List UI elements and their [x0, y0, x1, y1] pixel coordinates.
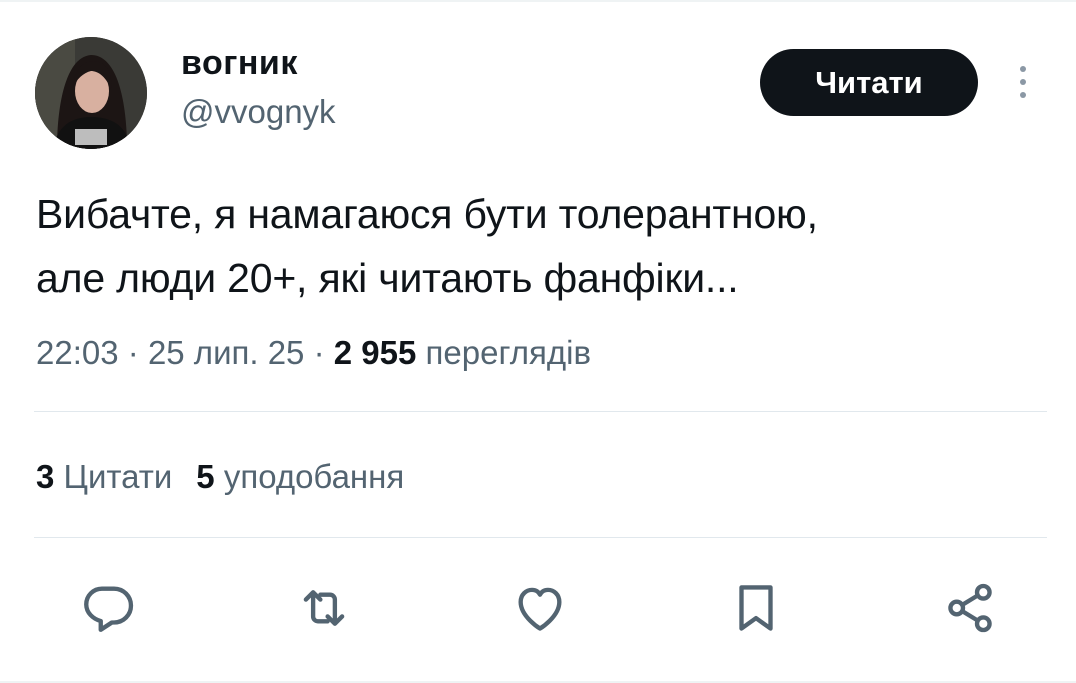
- avatar-photo: [35, 37, 147, 149]
- reply-button[interactable]: [78, 578, 138, 638]
- like-button[interactable]: [510, 578, 570, 638]
- reply-icon: [84, 586, 134, 632]
- divider: [34, 537, 1047, 538]
- retweet-icon: [303, 590, 345, 626]
- likes-label: уподобання: [223, 458, 405, 495]
- tweet-text: Вибачте, я намагаюся бути толерантною, а…: [36, 182, 1036, 310]
- bookmark-icon: [739, 585, 773, 631]
- avatar[interactable]: [35, 37, 147, 149]
- views-label: переглядів: [425, 334, 592, 371]
- bookmark-button[interactable]: [726, 578, 786, 638]
- tweet-meta: 22:03 · 25 лип. 25 · 2 955 переглядів: [36, 333, 591, 373]
- user-handle[interactable]: @vvognyk: [181, 93, 336, 131]
- tweet-time[interactable]: 22:03: [36, 334, 119, 371]
- engagement-stats: 3 Цитати 5 уподобання: [36, 457, 404, 497]
- follow-button[interactable]: Читати: [760, 49, 978, 116]
- more-vertical-icon[interactable]: [1010, 62, 1036, 102]
- quotes-count: 3: [36, 458, 55, 495]
- meta-separator: ·: [313, 334, 325, 371]
- likes-count: 5: [196, 458, 215, 495]
- quotes-stat[interactable]: 3 Цитати: [36, 458, 172, 495]
- divider: [34, 411, 1047, 412]
- meta-separator: ·: [127, 334, 139, 371]
- tweet-detail: вогник @vvognyk Читати Вибачте, я намага…: [0, 0, 1076, 683]
- quotes-label: Цитати: [63, 458, 173, 495]
- tweet-date[interactable]: 25 лип. 25: [148, 334, 304, 371]
- likes-stat[interactable]: 5 уподобання: [196, 458, 404, 495]
- retweet-button[interactable]: [294, 578, 354, 638]
- top-border: [0, 0, 1076, 2]
- views-count: 2 955: [333, 334, 417, 371]
- tweet-text-line: але люди 20+, які читають фанфіки...: [36, 255, 739, 301]
- tweet-text-line: Вибачте, я намагаюся бути толерантною,: [36, 191, 818, 237]
- display-name[interactable]: вогник: [181, 44, 298, 82]
- share-icon: [948, 583, 992, 633]
- share-button[interactable]: [940, 578, 1000, 638]
- heart-icon: [518, 587, 562, 631]
